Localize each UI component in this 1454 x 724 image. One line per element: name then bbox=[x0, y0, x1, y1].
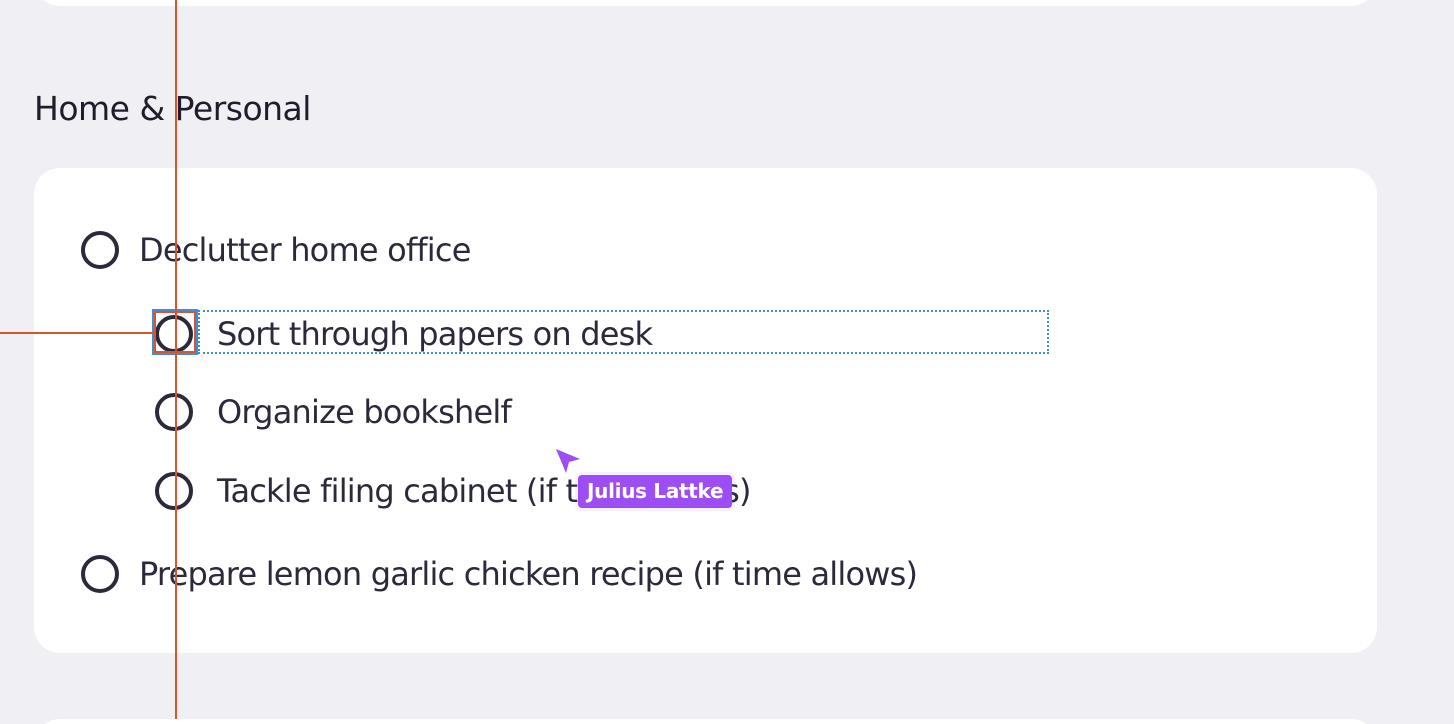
task-item-prepare-recipe[interactable]: Prepare lemon garlic chicken recipe (if … bbox=[81, 550, 918, 598]
circle-checkbox-icon[interactable] bbox=[155, 393, 193, 431]
section-title: Home & Personal bbox=[34, 89, 311, 128]
task-label[interactable]: Prepare lemon garlic chicken recipe (if … bbox=[139, 554, 918, 594]
task-item-sort-papers[interactable]: Sort through papers on desk bbox=[155, 310, 653, 358]
circle-checkbox-icon[interactable] bbox=[155, 315, 193, 353]
task-label[interactable]: Organize bookshelf bbox=[217, 392, 512, 432]
next-section-card bbox=[34, 719, 1377, 724]
task-label[interactable]: Declutter home office bbox=[139, 230, 471, 270]
task-item-organize-bookshelf[interactable]: Organize bookshelf bbox=[155, 388, 512, 436]
task-item-declutter[interactable]: Declutter home office bbox=[81, 226, 471, 274]
collaborator-cursor-icon bbox=[556, 449, 580, 473]
circle-checkbox-icon[interactable] bbox=[81, 231, 119, 269]
todo-page: Home & Personal Declutter home office So… bbox=[0, 0, 1454, 724]
circle-checkbox-icon[interactable] bbox=[155, 472, 193, 510]
previous-section-card bbox=[34, 0, 1377, 6]
collaborator-name-tag: Julius Lattke bbox=[578, 475, 733, 508]
task-label[interactable]: Sort through papers on desk bbox=[217, 314, 653, 354]
circle-checkbox-icon[interactable] bbox=[81, 555, 119, 593]
